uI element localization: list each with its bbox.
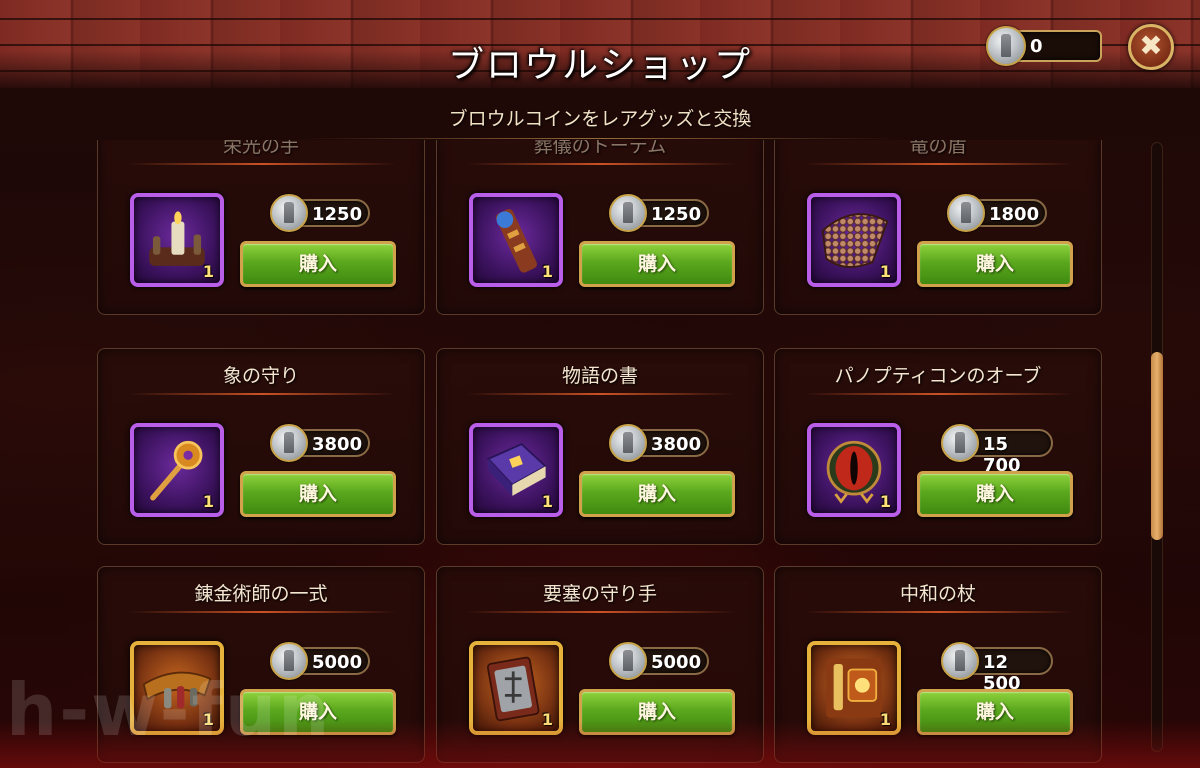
shop-item-card: 栄光の手 1 1250 購入 bbox=[97, 140, 425, 315]
buy-button[interactable]: 購入 bbox=[579, 241, 735, 287]
item-price: 15 700 bbox=[983, 434, 1021, 476]
item-slot[interactable]: 1 bbox=[469, 641, 563, 735]
brawl-coin-icon bbox=[270, 194, 308, 232]
item-name: 中和の杖 bbox=[899, 583, 976, 605]
card-divider bbox=[467, 393, 735, 395]
card-divider bbox=[467, 611, 735, 613]
card-divider bbox=[128, 163, 396, 165]
item-name: 錬金術師の一式 bbox=[194, 583, 328, 605]
item-price: 1800 bbox=[989, 204, 1040, 225]
brawl-coin-icon bbox=[609, 642, 647, 680]
item-name: 葬儀のトーテム bbox=[533, 140, 667, 157]
subtitle-divider bbox=[300, 138, 900, 139]
watermark: h-w-fun bbox=[6, 668, 332, 752]
item-slot[interactable]: 1 bbox=[807, 641, 901, 735]
item-slot[interactable]: 1 bbox=[130, 193, 224, 287]
price-tag: 5000 bbox=[609, 642, 709, 680]
item-price: 3800 bbox=[312, 434, 363, 455]
brawl-coin-icon bbox=[609, 194, 647, 232]
buy-button[interactable]: 購入 bbox=[579, 471, 735, 517]
shop-item-card: 竜の盾 1 1800 購入 bbox=[774, 140, 1102, 315]
price-tag: 3800 bbox=[609, 424, 709, 462]
item-quantity: 1 bbox=[541, 710, 553, 729]
buy-button[interactable]: 購入 bbox=[917, 689, 1073, 735]
price-tag: 1250 bbox=[609, 194, 709, 232]
shop-item-card: 葬儀のトーテム 1 1250 購入 bbox=[436, 140, 764, 315]
shop-subtitle: ブロウルコインをレアグッズと交換 bbox=[448, 108, 752, 130]
buy-button[interactable]: 購入 bbox=[579, 689, 735, 735]
price-tag: 3800 bbox=[270, 424, 370, 462]
item-slot[interactable]: 1 bbox=[807, 193, 901, 287]
item-slot[interactable]: 1 bbox=[469, 423, 563, 517]
price-tag: 15 700 bbox=[941, 424, 1053, 476]
item-slot[interactable]: 1 bbox=[807, 423, 901, 517]
card-divider bbox=[805, 393, 1073, 395]
card-divider bbox=[128, 611, 396, 613]
item-quantity: 1 bbox=[879, 262, 891, 281]
item-price: 1250 bbox=[651, 204, 702, 225]
item-quantity: 1 bbox=[202, 262, 214, 281]
shop-item-card: 中和の杖 1 12 500 購入 bbox=[774, 566, 1102, 763]
price-tag: 12 500 bbox=[941, 642, 1053, 694]
shop-item-card: 物語の書 1 3800 購入 bbox=[436, 348, 764, 545]
brawl-coin-icon bbox=[609, 424, 647, 462]
shop-item-card: パノプティコンのオーブ 1 15 700 購入 bbox=[774, 348, 1102, 545]
card-divider bbox=[467, 163, 735, 165]
item-name: 物語の書 bbox=[561, 365, 638, 387]
coin-balance: 0 bbox=[1030, 36, 1043, 57]
item-price: 3800 bbox=[651, 434, 702, 455]
item-name: 象の守り bbox=[222, 365, 299, 387]
price-tag: 1250 bbox=[270, 194, 370, 232]
buy-button[interactable]: 購入 bbox=[240, 241, 396, 287]
shop-item-card: 要塞の守り手 1 5000 購入 bbox=[436, 566, 764, 763]
item-quantity: 1 bbox=[202, 492, 214, 511]
card-divider bbox=[128, 393, 396, 395]
item-price: 1250 bbox=[312, 204, 363, 225]
card-divider bbox=[805, 163, 1073, 165]
item-quantity: 1 bbox=[879, 492, 891, 511]
card-divider bbox=[805, 611, 1073, 613]
item-quantity: 1 bbox=[879, 710, 891, 729]
item-slot[interactable]: 1 bbox=[130, 423, 224, 517]
brawl-coin-icon bbox=[947, 194, 985, 232]
brawl-coin-icon bbox=[941, 424, 979, 462]
price-tag: 1800 bbox=[947, 194, 1047, 232]
buy-button[interactable]: 購入 bbox=[240, 471, 396, 517]
item-price: 12 500 bbox=[983, 652, 1021, 694]
item-name: 竜の盾 bbox=[909, 140, 967, 157]
shop-item-card: 象の守り 1 3800 購入 bbox=[97, 348, 425, 545]
item-name: 要塞の守り手 bbox=[542, 583, 657, 605]
item-quantity: 1 bbox=[541, 262, 553, 281]
item-slot[interactable]: 1 bbox=[469, 193, 563, 287]
brawl-coin-icon bbox=[986, 26, 1026, 66]
buy-button[interactable]: 購入 bbox=[917, 241, 1073, 287]
brawl-coin-icon bbox=[270, 424, 308, 462]
item-price: 5000 bbox=[651, 652, 702, 673]
coin-counter: 0 bbox=[986, 26, 1102, 66]
close-button[interactable]: ✖ bbox=[1128, 24, 1174, 70]
buy-button[interactable]: 購入 bbox=[917, 471, 1073, 517]
item-name: 栄光の手 bbox=[222, 140, 299, 157]
item-name: パノプティコンのオーブ bbox=[834, 365, 1042, 387]
brawl-coin-icon bbox=[941, 642, 979, 680]
item-quantity: 1 bbox=[541, 492, 553, 511]
scrollbar-thumb[interactable] bbox=[1151, 352, 1163, 540]
